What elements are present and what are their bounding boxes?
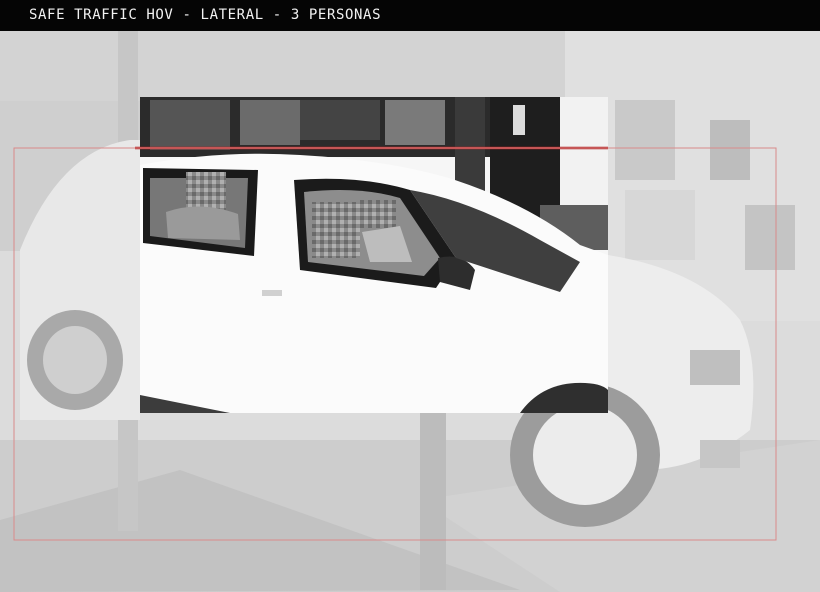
- capture-title: SAFE TRAFFIC HOV - LATERAL - 3 PERSONAS: [0, 0, 820, 31]
- capture-viewport: [0, 31, 820, 592]
- hov-capture-window: SAFE TRAFFIC HOV - LATERAL - 3 PERSONAS: [0, 0, 820, 592]
- vehicle-crop: [140, 97, 608, 413]
- capture-image: [0, 31, 820, 592]
